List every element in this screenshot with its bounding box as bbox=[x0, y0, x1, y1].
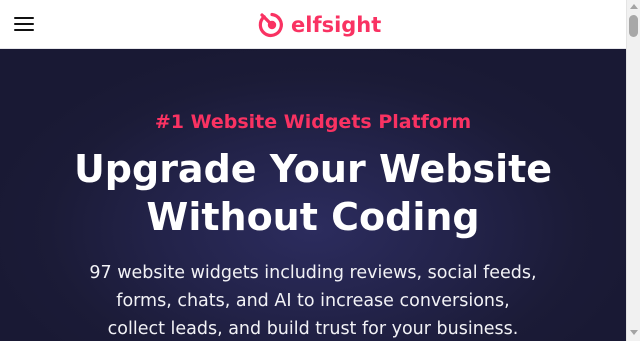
elfsight-logo-icon bbox=[258, 12, 283, 38]
menu-bar-middle bbox=[14, 23, 34, 25]
scrollbar-thumb[interactable] bbox=[629, 15, 638, 37]
hero-section: #1 Website Widgets Platform Upgrade Your… bbox=[0, 49, 626, 341]
hamburger-menu-icon[interactable] bbox=[14, 16, 34, 32]
headline-line-2: Without Coding bbox=[146, 195, 480, 239]
description-line-1: 97 website widgets including reviews, so… bbox=[89, 263, 537, 283]
headline-line-1: Upgrade Your Website bbox=[73, 147, 553, 191]
elfsight-logo-link[interactable]: elfsight bbox=[258, 11, 381, 39]
description-line-3: collect leads, and build trust for your … bbox=[107, 319, 519, 339]
logo-wordmark: elfsight bbox=[291, 13, 382, 37]
menu-bar-bottom bbox=[14, 29, 34, 31]
vertical-scrollbar[interactable] bbox=[626, 0, 640, 341]
hero-eyebrow: #1 Website Widgets Platform bbox=[154, 111, 472, 133]
site-header: elfsight bbox=[0, 0, 626, 49]
menu-bar-top bbox=[14, 17, 34, 19]
scroll-up-arrow-icon[interactable] bbox=[630, 4, 638, 9]
scroll-down-arrow-icon[interactable] bbox=[630, 330, 638, 335]
page: elfsight #1 Website Widgets Platform Upg… bbox=[0, 0, 640, 341]
hero-headline: Upgrade Your Website Without Coding bbox=[0, 145, 626, 241]
description-line-2: forms, chats, and AI to increase convers… bbox=[116, 291, 510, 311]
hero-description: 97 website widgets including reviews, so… bbox=[83, 259, 543, 341]
